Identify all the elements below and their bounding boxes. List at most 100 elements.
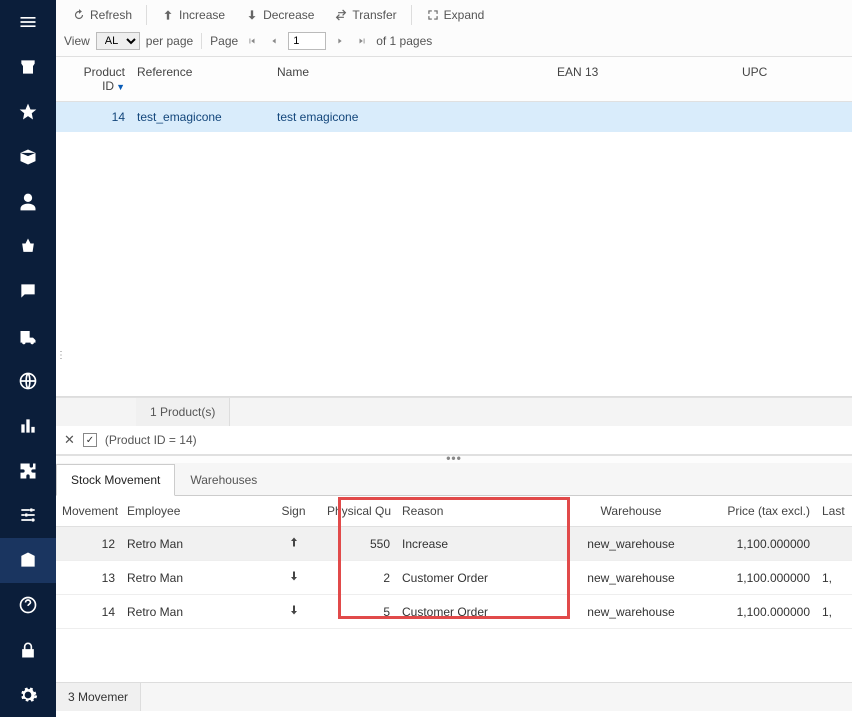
expand-icon — [426, 8, 440, 22]
puzzle-icon — [18, 461, 38, 481]
sidebar-settings[interactable] — [0, 672, 56, 717]
movements-grid-footer: 3 Movemer — [56, 682, 852, 711]
last-page-button[interactable] — [354, 33, 370, 49]
movement-row[interactable]: 12 Retro Man 550 Increase new_warehouse … — [56, 527, 852, 561]
sidebar-modules[interactable] — [0, 448, 56, 493]
sidebar-preferences[interactable] — [0, 493, 56, 538]
lock-icon — [18, 640, 38, 660]
cell-upc — [736, 108, 852, 126]
col-last[interactable]: Last — [816, 502, 852, 520]
arrow-down-icon — [288, 569, 300, 586]
sliders-icon — [18, 505, 38, 525]
col-warehouse[interactable]: Warehouse — [556, 502, 706, 520]
cell-movement-id: 12 — [56, 537, 121, 551]
col-name[interactable]: Name — [271, 63, 551, 95]
expand-button[interactable]: Expand — [418, 4, 493, 26]
col-reason[interactable]: Reason — [396, 502, 496, 520]
cell-warehouse: new_warehouse — [556, 537, 706, 551]
col-price[interactable]: Price (tax excl.) — [706, 502, 816, 520]
cell-reason: Customer Order — [396, 605, 496, 619]
sidebar-messages[interactable] — [0, 269, 56, 314]
transfer-label: Transfer — [352, 8, 396, 22]
cell-price: 1,100.000000 — [706, 605, 816, 619]
toolbar: Refresh Increase Decrease Transfer Expan… — [56, 0, 852, 30]
transfer-icon — [334, 8, 348, 22]
movement-row[interactable]: 13 Retro Man 2 Customer Order new_wareho… — [56, 561, 852, 595]
arrow-down-icon — [288, 603, 300, 620]
cell-sign — [266, 569, 321, 586]
increase-label: Increase — [179, 8, 225, 22]
sidebar-customers[interactable] — [0, 179, 56, 224]
prev-page-button[interactable] — [266, 33, 282, 49]
star-icon — [18, 102, 38, 122]
filter-enabled-checkbox[interactable]: ✓ — [83, 433, 97, 447]
col-upc[interactable]: UPC — [736, 63, 852, 95]
of-pages-label: of 1 pages — [376, 34, 432, 48]
col-reference[interactable]: Reference — [131, 63, 271, 95]
products-count-label: 1 Product(s) — [136, 398, 230, 426]
transfer-button[interactable]: Transfer — [326, 4, 404, 26]
decrease-button[interactable]: Decrease — [237, 4, 322, 26]
arrow-up-icon — [161, 8, 175, 22]
cell-qty: 2 — [321, 571, 396, 585]
sidebar — [0, 0, 56, 717]
movement-row[interactable]: 14 Retro Man 5 Customer Order new_wareho… — [56, 595, 852, 629]
separator — [201, 33, 202, 49]
next-icon — [335, 36, 345, 46]
refresh-button[interactable]: Refresh — [64, 4, 140, 26]
col-employee[interactable]: Employee — [121, 502, 266, 520]
gear-icon — [18, 685, 38, 705]
vertical-splitter[interactable]: ⋮ — [56, 354, 62, 357]
sidebar-orders[interactable] — [0, 224, 56, 269]
close-filter-button[interactable]: ✕ — [64, 432, 75, 448]
col-physical-qty[interactable]: Physical Qu — [321, 502, 396, 520]
decrease-label: Decrease — [263, 8, 314, 22]
separator — [146, 5, 147, 25]
cell-warehouse: new_warehouse — [556, 571, 706, 585]
next-page-button[interactable] — [332, 33, 348, 49]
sidebar-help[interactable] — [0, 583, 56, 628]
col-product-id[interactable]: Product ID▼ — [56, 63, 131, 95]
sort-indicator-icon: ▼ — [116, 82, 125, 92]
tab-stock-movement[interactable]: Stock Movement — [56, 464, 175, 496]
per-page-label: per page — [146, 34, 193, 48]
page-input[interactable] — [288, 32, 326, 50]
col-ean[interactable]: EAN 13 — [551, 63, 736, 95]
per-page-select[interactable]: ALL — [96, 32, 140, 50]
sidebar-admin[interactable] — [0, 627, 56, 672]
sidebar-catalog[interactable] — [0, 134, 56, 179]
cell-movement-id: 13 — [56, 571, 121, 585]
sidebar-shipping[interactable] — [0, 314, 56, 359]
sidebar-store[interactable] — [0, 45, 56, 90]
cell-movement-id: 14 — [56, 605, 121, 619]
separator — [411, 5, 412, 25]
detail-tabs: Stock Movement Warehouses — [56, 463, 852, 496]
cell-sign — [266, 535, 321, 552]
sidebar-stats[interactable] — [0, 403, 56, 448]
person-icon — [18, 192, 38, 212]
first-page-button[interactable] — [244, 33, 260, 49]
product-row[interactable]: 14 test_emagicone test emagicone — [56, 102, 852, 132]
col-movement-id[interactable]: Movement I — [56, 502, 121, 520]
globe-icon — [18, 371, 38, 391]
menu-icon — [18, 12, 38, 32]
sidebar-menu-toggle[interactable] — [0, 0, 56, 45]
help-icon — [18, 595, 38, 615]
increase-button[interactable]: Increase — [153, 4, 233, 26]
cell-last: 1, — [816, 605, 852, 619]
cell-qty: 550 — [321, 537, 396, 551]
arrow-down-icon — [245, 8, 259, 22]
cell-employee: Retro Man — [121, 537, 266, 551]
sidebar-favorites[interactable] — [0, 90, 56, 135]
cell-reason: Increase — [396, 537, 496, 551]
tab-warehouses[interactable]: Warehouses — [175, 464, 272, 496]
grip-icon: ••• — [446, 455, 462, 461]
sidebar-stock[interactable] — [0, 538, 56, 583]
cell-product-id: 14 — [56, 108, 131, 126]
inventory-icon — [18, 550, 38, 570]
col-sign[interactable]: Sign — [266, 502, 321, 520]
cell-sign — [266, 603, 321, 620]
movements-count-label: 3 Movemer — [56, 683, 141, 711]
horizontal-splitter[interactable]: ••• — [56, 455, 852, 463]
sidebar-localization[interactable] — [0, 359, 56, 404]
